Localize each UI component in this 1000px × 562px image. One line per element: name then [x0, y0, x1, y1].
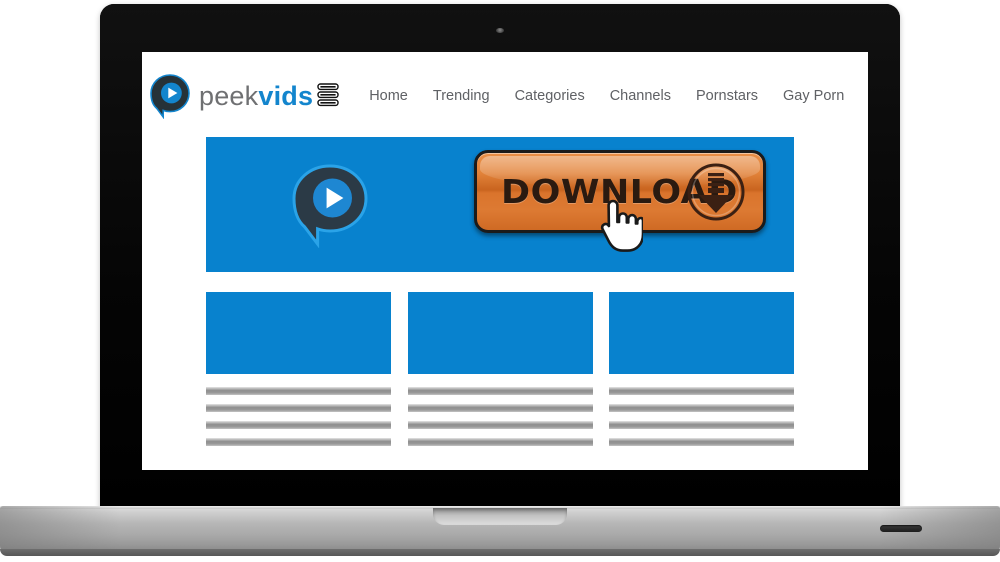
- peekvids-play-bubble-logo-icon: [148, 73, 192, 119]
- laptop-screen: peekvids Home Trending Categories Channe…: [142, 52, 868, 470]
- hero-peekvids-logo-icon: [286, 162, 372, 248]
- placeholder-line: [206, 404, 391, 412]
- placeholder-line: [407, 404, 593, 412]
- content-card[interactable]: [206, 292, 391, 446]
- download-button[interactable]: DOWNLOAD: [474, 150, 766, 233]
- card-row: [206, 292, 794, 446]
- card-thumbnail[interactable]: [206, 292, 391, 374]
- site-header: peekvids Home Trending Categories Channe…: [142, 52, 868, 140]
- webcam-dot-icon: [496, 28, 504, 33]
- placeholder-line: [609, 404, 794, 412]
- nav-item-categories[interactable]: Categories: [515, 88, 585, 104]
- nav-item-channels[interactable]: Channels: [610, 88, 671, 104]
- content-card[interactable]: [407, 292, 593, 446]
- stacked-bars-icon[interactable]: [317, 82, 339, 108]
- laptop-mockup: peekvids Home Trending Categories Channe…: [0, 0, 1000, 562]
- main-navigation: Home Trending Categories Channels Pornst…: [369, 88, 844, 104]
- brand-text-vids: vids: [258, 81, 314, 111]
- content-card[interactable]: [609, 292, 794, 446]
- brand-logo[interactable]: peekvids: [148, 73, 339, 119]
- placeholder-line: [206, 438, 391, 446]
- brand-text-peek: peek: [199, 81, 259, 111]
- card-placeholder-lines: [609, 387, 794, 446]
- placeholder-line: [609, 438, 794, 446]
- card-thumbnail[interactable]: [407, 292, 593, 374]
- nav-item-gay-porn[interactable]: Gay Porn: [783, 88, 844, 104]
- nav-item-pornstars[interactable]: Pornstars: [696, 88, 758, 104]
- circle-down-arrow-icon: [686, 162, 746, 222]
- placeholder-line: [407, 438, 593, 446]
- laptop-lid: peekvids Home Trending Categories Channe…: [100, 4, 900, 512]
- nav-item-home[interactable]: Home: [369, 88, 408, 104]
- placeholder-line: [407, 387, 593, 395]
- card-placeholder-lines: [206, 387, 391, 446]
- placeholder-line: [609, 421, 794, 429]
- placeholder-line: [206, 387, 391, 395]
- brand-wordmark: peekvids: [199, 82, 339, 110]
- placeholder-line: [206, 421, 391, 429]
- placeholder-line: [407, 421, 593, 429]
- placeholder-line: [609, 387, 794, 395]
- laptop-base: [0, 506, 1000, 556]
- card-thumbnail[interactable]: [609, 292, 794, 374]
- hero-banner: DOWNLOAD: [206, 137, 794, 272]
- base-bottom-edge: [0, 549, 1000, 556]
- port-slot-icon: [880, 525, 922, 532]
- lid-notch-icon: [433, 508, 567, 525]
- card-placeholder-lines: [407, 387, 593, 446]
- nav-item-trending[interactable]: Trending: [433, 88, 490, 104]
